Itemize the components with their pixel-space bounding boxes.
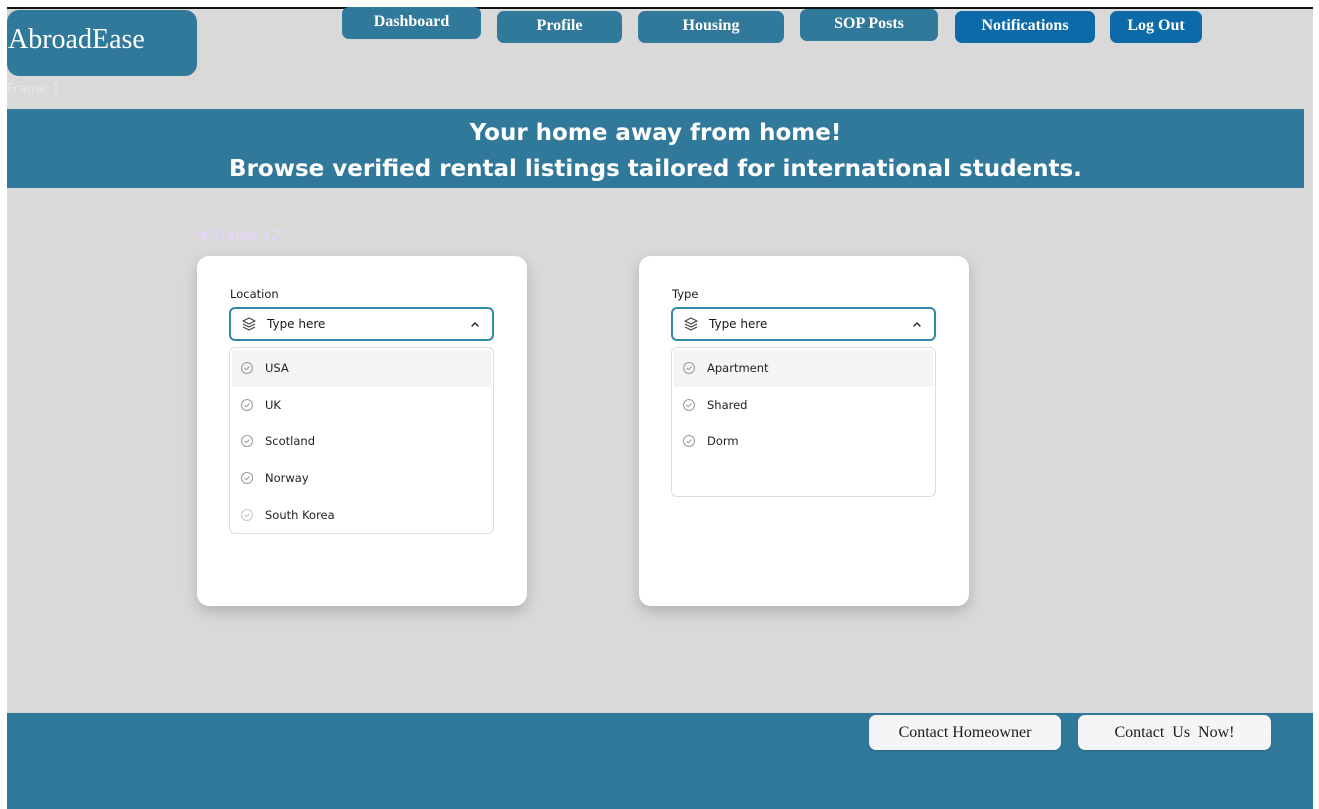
check-circle-icon [241,362,253,375]
type-filter-card: Type Type here Apartment Shared Dorm [639,256,969,606]
location-label: Location [230,287,279,301]
type-option-apartment[interactable]: Apartment [674,350,933,387]
location-dropdown: USA UK Scotland Norway South Korea [229,347,494,534]
chevron-up-icon[interactable] [912,320,922,328]
nav-logout-button[interactable]: Log Out [1110,11,1202,43]
brand-logo[interactable]: AbroadEase [7,10,197,76]
layers-icon [242,317,256,331]
nav-dashboard-button[interactable]: Dashboard [342,7,481,39]
chevron-up-icon[interactable] [470,320,480,328]
nav-notifications-button[interactable]: Notifications [955,11,1095,43]
check-circle-icon [241,508,253,521]
nav-housing-button[interactable]: Housing [638,11,784,43]
check-circle-icon [241,398,253,411]
brand-name: AbroadEase [8,24,145,55]
banner-line-1: Your home away from home! [469,120,842,146]
location-option-south-korea[interactable]: South Korea [230,496,493,533]
check-circle-icon [683,435,695,448]
check-circle-icon [241,472,253,485]
option-label: Dorm [707,434,739,449]
frame-label: Frame 1 [7,82,60,97]
type-label: Type [672,287,699,301]
type-dropdown: Apartment Shared Dorm [671,347,936,497]
banner-line-2: Browse verified rental listings tailored… [229,156,1082,182]
option-label: Scotland [265,434,315,449]
nav-profile-button[interactable]: Profile [497,11,622,43]
layers-icon [684,317,698,331]
frame12-label: ❖ Frame 12 [197,228,280,244]
location-placeholder: Type here [267,317,326,331]
frame12-label-text: Frame 12 [214,228,280,244]
check-circle-icon [241,435,253,448]
option-label: South Korea [265,507,335,522]
check-circle-icon [683,398,695,411]
location-option-usa[interactable]: USA [232,350,491,387]
check-circle-icon [683,362,695,375]
option-label: UK [265,397,281,412]
location-option-scotland[interactable]: Scotland [230,423,493,460]
option-label: Shared [707,397,748,412]
location-option-uk[interactable]: UK [230,387,493,424]
location-filter-card: Location Type here USA UK Scotland Norwa… [197,256,527,606]
type-placeholder: Type here [709,317,768,331]
hero-banner: Your home away from home! Browse verifie… [7,109,1304,188]
location-option-norway[interactable]: Norway [230,460,493,497]
type-option-shared[interactable]: Shared [672,387,935,424]
contact-us-button[interactable]: Contact Us Now! [1078,715,1271,750]
nav-sop-posts-button[interactable]: SOP Posts [800,9,938,41]
option-label: Norway [265,471,309,486]
type-select[interactable]: Type here [671,307,936,341]
component-icon: ❖ [197,228,210,244]
contact-homeowner-button[interactable]: Contact Homeowner [869,715,1061,750]
type-option-dorm[interactable]: Dorm [672,423,935,460]
option-label: Apartment [707,361,769,376]
option-label: USA [265,361,289,376]
location-select[interactable]: Type here [229,307,494,341]
